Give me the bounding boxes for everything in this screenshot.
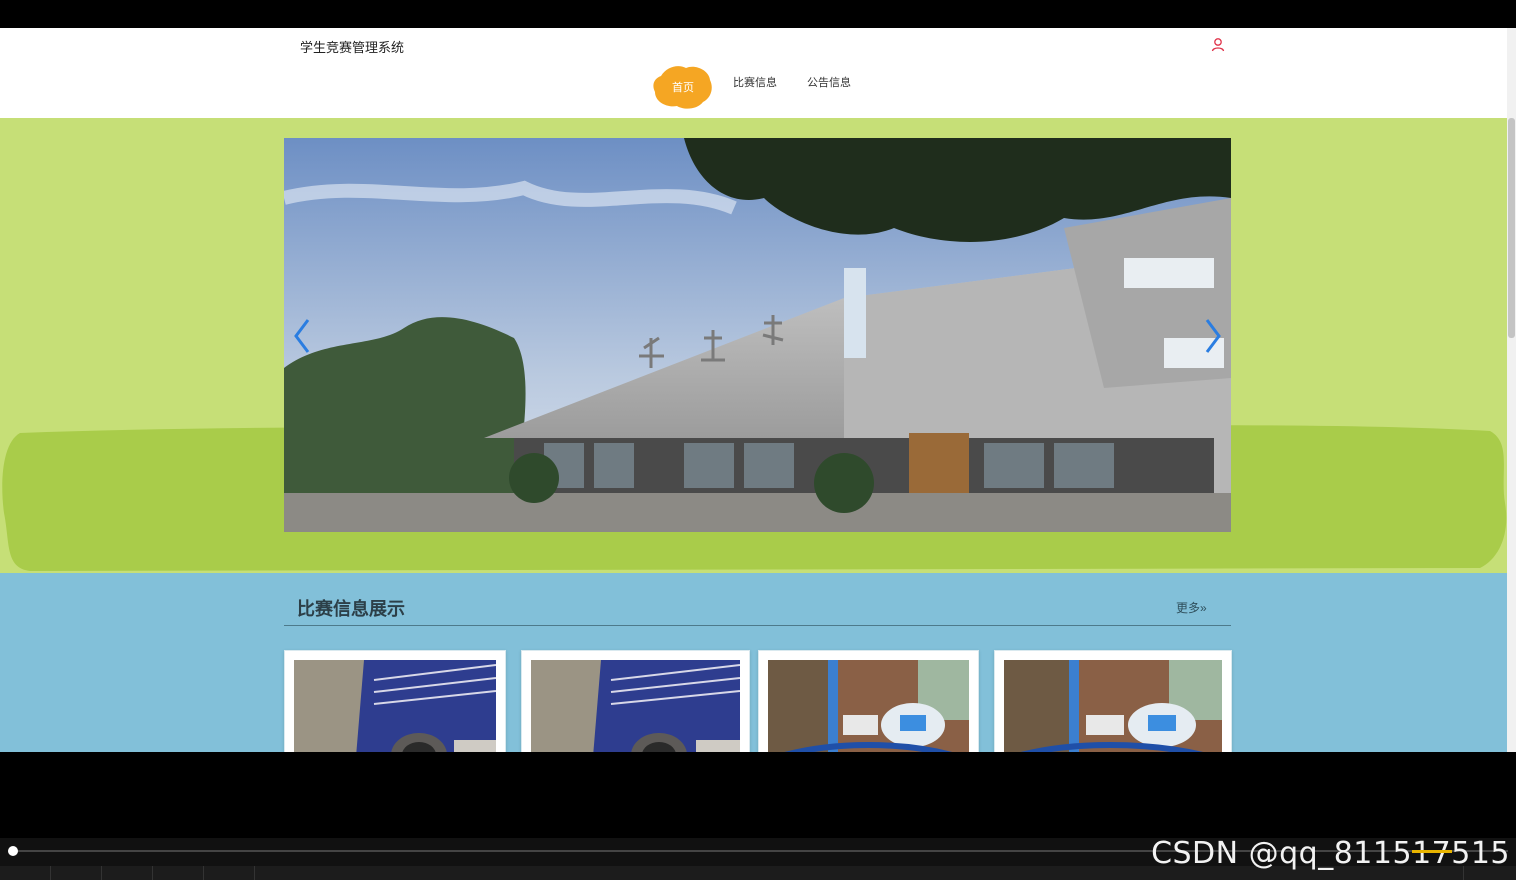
- competition-card[interactable]: [994, 650, 1232, 752]
- watermark-accent: [1412, 850, 1452, 853]
- user-icon[interactable]: [1210, 37, 1226, 53]
- segment-divider: [101, 866, 102, 880]
- nav-item-home[interactable]: 首页: [653, 64, 713, 110]
- chevron-left-icon: [294, 319, 310, 353]
- segment-divider: [254, 866, 255, 880]
- segment-divider: [203, 866, 204, 880]
- competition-image: [1004, 660, 1222, 752]
- scrollbar-thumb[interactable]: [1508, 118, 1515, 338]
- section-title: 比赛信息展示: [297, 599, 405, 619]
- more-link-label: 更多: [1176, 601, 1201, 615]
- section-divider: [284, 625, 1231, 626]
- page-scrollbar[interactable]: [1507, 28, 1516, 752]
- competition-card[interactable]: [284, 650, 506, 752]
- competition-card[interactable]: [758, 650, 979, 752]
- competition-image: [768, 660, 969, 752]
- nav-item-label: 首页: [672, 82, 694, 94]
- competition-section: [0, 573, 1507, 752]
- carousel-prev-button[interactable]: [290, 316, 314, 356]
- nav-item-competitions[interactable]: 比赛信息: [733, 74, 777, 90]
- main-nav: 首页 比赛信息 公告信息: [0, 64, 1507, 110]
- nav-item-announcements[interactable]: 公告信息: [807, 74, 851, 90]
- competition-image: [531, 660, 740, 752]
- banner-photo: [284, 138, 1231, 532]
- more-link[interactable]: 更多»: [1176, 599, 1207, 616]
- segment-divider: [152, 866, 153, 880]
- video-progress-knob[interactable]: [8, 846, 18, 856]
- double-chevron-right-icon: »: [1200, 601, 1207, 615]
- segment-divider: [50, 866, 51, 880]
- competition-card[interactable]: [521, 650, 750, 752]
- banner-carousel[interactable]: [284, 138, 1231, 532]
- browser-viewport: 学生竞赛管理系统 首页 比赛信息 公告信息 比赛信息展示 更多»: [0, 28, 1516, 752]
- carousel-next-button[interactable]: [1201, 316, 1225, 356]
- competition-image: [294, 660, 496, 752]
- chevron-right-icon: [1205, 319, 1221, 353]
- csdn-watermark: CSDN @qq_811517515: [1151, 836, 1510, 871]
- site-header: 学生竞赛管理系统 首页 比赛信息 公告信息: [0, 28, 1507, 118]
- site-title: 学生竞赛管理系统: [300, 40, 405, 55]
